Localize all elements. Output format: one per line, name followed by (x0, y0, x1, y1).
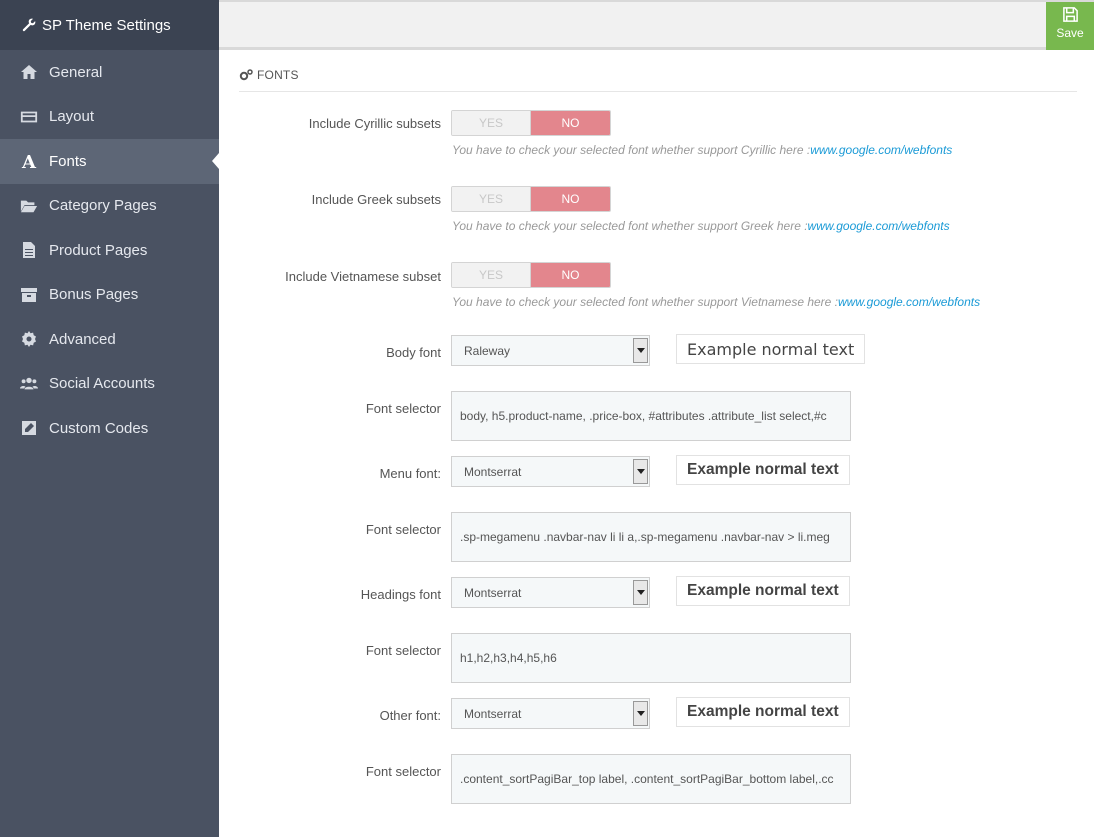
sidebar-item-custom-codes[interactable]: Custom Codes (0, 406, 219, 451)
greek-toggle[interactable]: YES NO (451, 186, 611, 212)
sidebar-item-fonts[interactable]: A Fonts (0, 139, 219, 184)
other-font-selector-label: Font selector (365, 764, 441, 779)
menu-font-selector-label: Font selector (365, 522, 441, 537)
font-icon: A (18, 152, 40, 170)
help-text: You have to check your selected font whe… (452, 219, 808, 233)
chevron-down-icon[interactable] (633, 701, 648, 726)
cogs-icon (239, 69, 253, 81)
headings-font-selector-input[interactable]: h1,h2,h3,h4,h5,h6 (451, 633, 851, 683)
cyrillic-help: You have to check your selected font whe… (452, 143, 952, 157)
toggle-yes[interactable]: YES (452, 263, 531, 287)
toggle-no[interactable]: NO (531, 111, 610, 135)
menu-font-label: Menu font: (379, 466, 441, 481)
menu-font-select[interactable]: Montserrat (451, 456, 650, 487)
greek-label: Include Greek subsets (311, 192, 441, 207)
help-text: You have to check your selected font whe… (452, 143, 811, 157)
body-font-label: Body font (386, 345, 441, 360)
select-value: Montserrat (464, 706, 522, 721)
sidebar-header: SP Theme Settings (0, 0, 219, 50)
vietnamese-label: Include Vietnamese subset (285, 269, 441, 284)
sidebar-item-label: Social Accounts (49, 375, 155, 393)
headings-font-select[interactable]: Montserrat (451, 577, 650, 608)
menu-font-example: Example normal text (676, 455, 850, 485)
credit-card-icon (18, 108, 40, 126)
sidebar-item-label: Layout (49, 108, 95, 126)
top-toolbar: Save (219, 0, 1094, 50)
greek-help: You have to check your selected font whe… (452, 219, 950, 233)
sidebar-title: SP Theme Settings (42, 16, 171, 34)
home-icon (18, 63, 40, 81)
select-value: Raleway (464, 343, 511, 358)
edit-icon (18, 419, 40, 437)
section-title: FONTS (239, 68, 1077, 92)
other-font-selector-input[interactable]: .content_sortPagiBar_top label, .content… (451, 754, 851, 804)
toggle-no[interactable]: NO (531, 263, 610, 287)
headings-font-label: Headings font (360, 587, 441, 602)
select-value: Montserrat (464, 585, 522, 600)
sidebar-item-label: Category Pages (49, 197, 157, 215)
sidebar-item-label: Bonus Pages (49, 286, 139, 304)
toggle-yes[interactable]: YES (452, 187, 531, 211)
sidebar-item-social-accounts[interactable]: Social Accounts (0, 362, 219, 407)
sidebar: SP Theme Settings General Layout A Fonts… (0, 0, 219, 837)
sidebar-item-layout[interactable]: Layout (0, 95, 219, 140)
sidebar-item-bonus-pages[interactable]: Bonus Pages (0, 273, 219, 318)
sidebar-nav: General Layout A Fonts Category Pages Pr… (0, 50, 219, 451)
svg-text:A: A (21, 152, 37, 170)
folder-open-icon (18, 197, 40, 215)
webfonts-link[interactable]: www.google.com/webfonts (810, 143, 952, 157)
body-font-selector-label: Font selector (365, 401, 441, 416)
section-title-text: FONTS (257, 68, 299, 82)
cyrillic-toggle[interactable]: YES NO (451, 110, 611, 136)
save-button[interactable]: Save (1046, 2, 1094, 50)
cyrillic-label: Include Cyrillic subsets (308, 116, 441, 131)
body-font-select[interactable]: Raleway (451, 335, 650, 366)
sidebar-item-label: Product Pages (49, 241, 148, 259)
toggle-yes[interactable]: YES (452, 111, 531, 135)
body-font-selector-input[interactable]: body, h5.product-name, .price-box, #attr… (451, 391, 851, 441)
sidebar-item-label: Fonts (49, 152, 87, 170)
floppy-disk-icon (1062, 7, 1078, 22)
vietnamese-toggle[interactable]: YES NO (451, 262, 611, 288)
sidebar-item-label: Advanced (49, 330, 116, 348)
sidebar-item-label: General (49, 63, 103, 81)
wrench-icon (22, 18, 36, 32)
other-font-select[interactable]: Montserrat (451, 698, 650, 729)
sidebar-item-category-pages[interactable]: Category Pages (0, 184, 219, 229)
headings-font-example: Example normal text (676, 576, 850, 606)
sidebar-item-general[interactable]: General (0, 50, 219, 95)
chevron-down-icon[interactable] (633, 338, 648, 363)
sidebar-item-product-pages[interactable]: Product Pages (0, 228, 219, 273)
chevron-down-icon[interactable] (633, 459, 648, 484)
toggle-no[interactable]: NO (531, 187, 610, 211)
users-icon (18, 375, 40, 393)
select-value: Montserrat (464, 464, 522, 479)
gear-icon (18, 330, 40, 348)
body-font-example: Example normal text (676, 334, 866, 364)
file-icon (18, 241, 40, 259)
sidebar-item-advanced[interactable]: Advanced (0, 317, 219, 362)
other-font-label: Other font: (379, 708, 441, 723)
help-text: You have to check your selected font whe… (452, 295, 839, 309)
save-label: Save (1056, 26, 1084, 40)
archive-icon (18, 286, 40, 304)
vietnamese-help: You have to check your selected font whe… (452, 295, 980, 309)
menu-font-selector-input[interactable]: .sp-megamenu .navbar-nav li li a,.sp-meg… (451, 512, 851, 562)
chevron-down-icon[interactable] (633, 580, 648, 605)
webfonts-link[interactable]: www.google.com/webfonts (838, 295, 980, 309)
sidebar-item-label: Custom Codes (49, 419, 149, 437)
webfonts-link[interactable]: www.google.com/webfonts (808, 219, 950, 233)
other-font-example: Example normal text (676, 697, 850, 727)
headings-font-selector-label: Font selector (365, 643, 441, 658)
